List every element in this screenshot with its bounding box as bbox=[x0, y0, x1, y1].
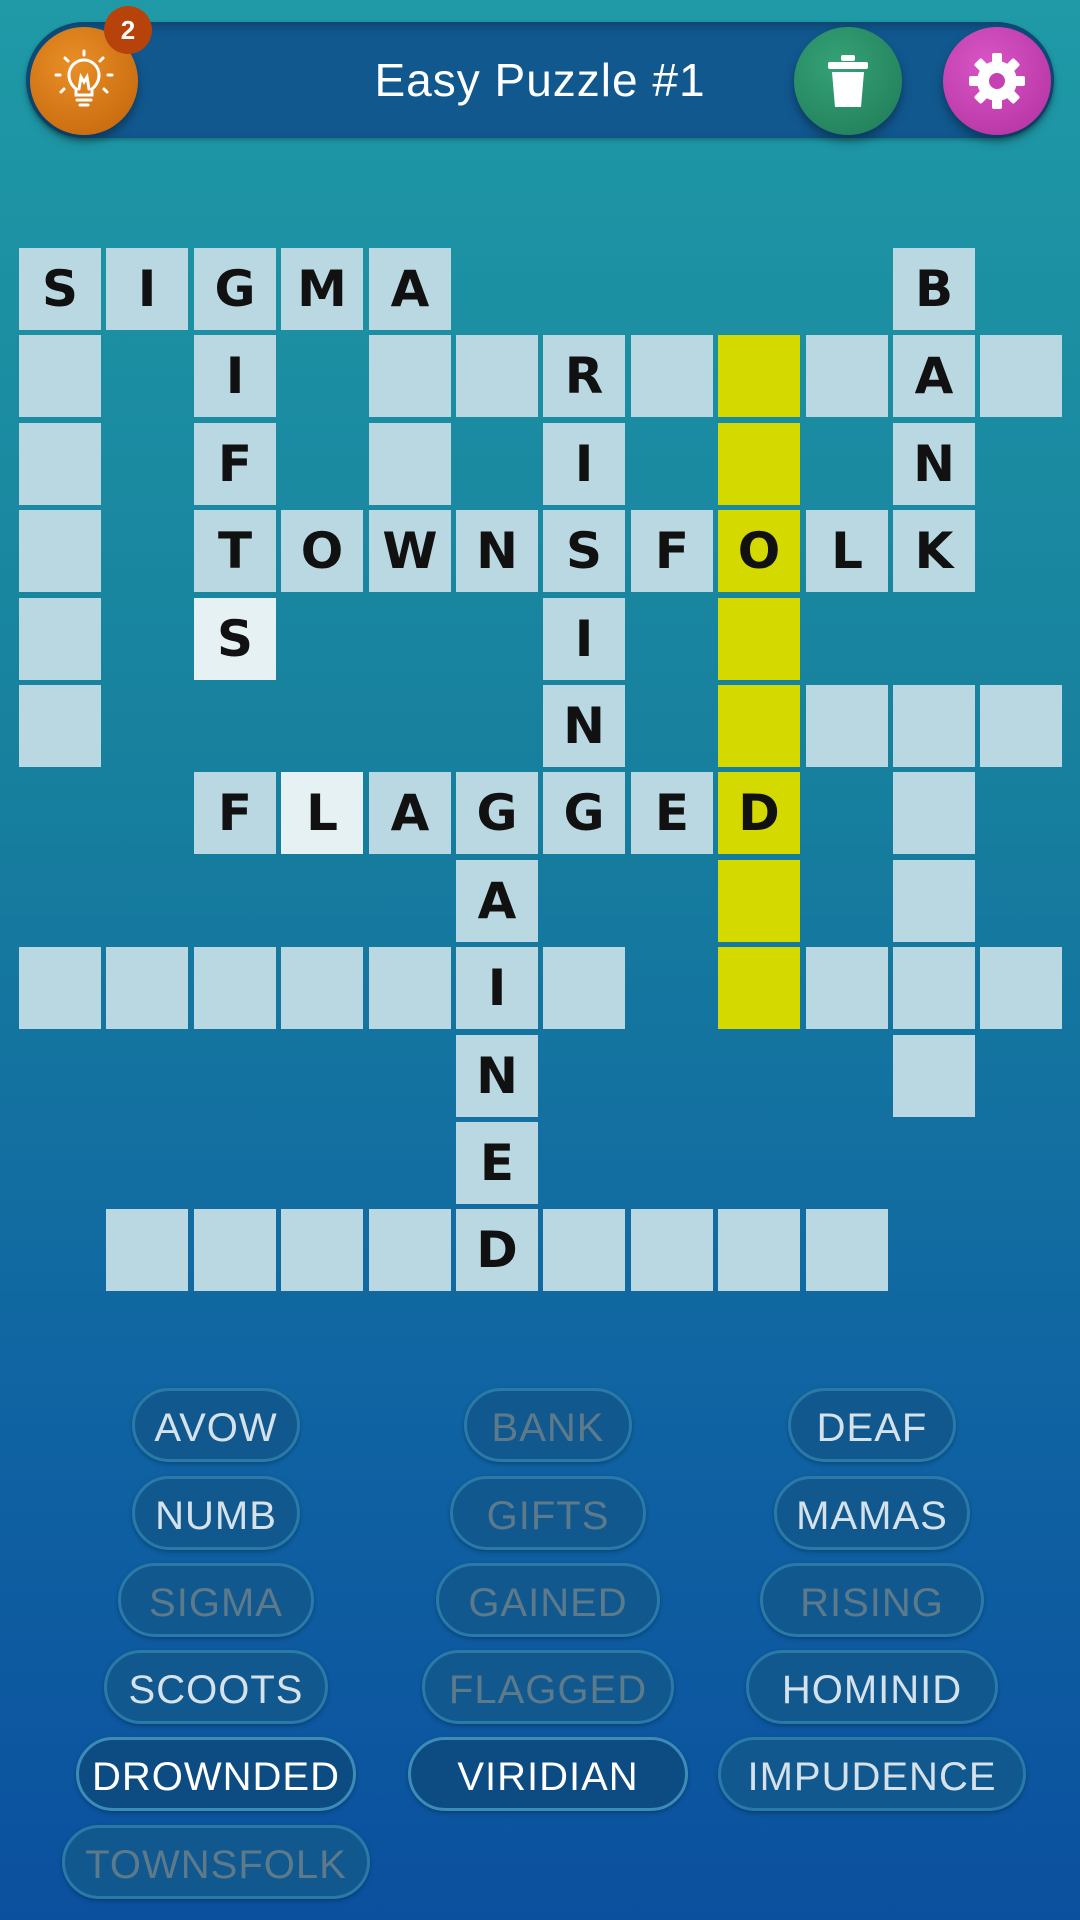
grid-cell[interactable] bbox=[106, 947, 188, 1029]
grid-cell[interactable]: I bbox=[106, 248, 188, 330]
grid-cell[interactable] bbox=[631, 1209, 713, 1291]
grid-cell[interactable] bbox=[980, 947, 1062, 1029]
grid-cell[interactable] bbox=[893, 947, 975, 1029]
grid-cell[interactable] bbox=[19, 598, 101, 680]
grid-cell[interactable]: S bbox=[543, 510, 625, 592]
grid-cell[interactable] bbox=[718, 598, 800, 680]
grid-cell[interactable]: A bbox=[369, 248, 451, 330]
grid-cell[interactable]: A bbox=[893, 335, 975, 417]
grid-cell[interactable] bbox=[369, 1209, 451, 1291]
word-bank: AVOW BANK DEAF NUMB GIFTS MAMAS SIGMA GAINED RIS… bbox=[0, 1380, 1080, 1920]
word-chip-drownded[interactable]: DROWNDED bbox=[76, 1737, 356, 1811]
grid-cell[interactable] bbox=[893, 860, 975, 942]
grid-cell[interactable]: F bbox=[194, 423, 276, 505]
grid-cell[interactable]: G bbox=[543, 772, 625, 854]
grid-cell[interactable] bbox=[369, 423, 451, 505]
grid-cell[interactable] bbox=[19, 335, 101, 417]
grid-cell[interactable] bbox=[543, 1209, 625, 1291]
grid-cell[interactable]: N bbox=[543, 685, 625, 767]
grid-cell[interactable] bbox=[718, 685, 800, 767]
grid-cell[interactable]: L bbox=[281, 772, 363, 854]
word-chip-scoots[interactable]: SCOOTS bbox=[104, 1650, 328, 1724]
word-chip-deaf[interactable]: DEAF bbox=[788, 1388, 956, 1462]
grid-cell[interactable] bbox=[893, 1035, 975, 1117]
grid-cell[interactable] bbox=[19, 510, 101, 592]
word-chip-numb[interactable]: NUMB bbox=[132, 1476, 300, 1550]
grid-cell[interactable]: O bbox=[718, 510, 800, 592]
grid-cell[interactable] bbox=[369, 947, 451, 1029]
grid-cell[interactable]: S bbox=[194, 598, 276, 680]
word-chip-sigma[interactable]: SIGMA bbox=[118, 1563, 314, 1637]
grid-cell[interactable] bbox=[19, 947, 101, 1029]
grid-cell[interactable]: N bbox=[456, 510, 538, 592]
grid-cell[interactable] bbox=[281, 1209, 363, 1291]
grid-cell[interactable]: T bbox=[194, 510, 276, 592]
grid-cell[interactable]: I bbox=[543, 598, 625, 680]
grid-cell[interactable] bbox=[718, 423, 800, 505]
grid-cell[interactable]: L bbox=[806, 510, 888, 592]
grid-cell[interactable]: A bbox=[369, 772, 451, 854]
grid-cell[interactable] bbox=[194, 1209, 276, 1291]
grid-cell[interactable] bbox=[718, 335, 800, 417]
grid-cell[interactable] bbox=[106, 1209, 188, 1291]
grid-cell[interactable]: F bbox=[631, 510, 713, 592]
grid-cell[interactable] bbox=[19, 423, 101, 505]
grid-cell[interactable] bbox=[369, 335, 451, 417]
grid-cell[interactable] bbox=[543, 947, 625, 1029]
grid-cell[interactable] bbox=[806, 1209, 888, 1291]
grid-cell[interactable]: D bbox=[456, 1209, 538, 1291]
grid-cell[interactable] bbox=[718, 947, 800, 1029]
grid-cell[interactable] bbox=[19, 685, 101, 767]
grid-cell[interactable]: F bbox=[194, 772, 276, 854]
grid-cell[interactable]: B bbox=[893, 248, 975, 330]
grid-cell[interactable]: M bbox=[281, 248, 363, 330]
grid-cell[interactable]: I bbox=[456, 947, 538, 1029]
grid-cell[interactable] bbox=[806, 685, 888, 767]
grid-cell[interactable]: O bbox=[281, 510, 363, 592]
grid-cell[interactable]: A bbox=[456, 860, 538, 942]
word-chip-townsfolk[interactable]: TOWNSFOLK bbox=[62, 1825, 370, 1899]
grid-cell[interactable]: I bbox=[543, 423, 625, 505]
crossword-grid: SIGMABIRAFINTOWNSFOLKSINFLAGGEDAINED bbox=[0, 0, 1080, 1300]
word-chip-gained[interactable]: GAINED bbox=[436, 1563, 660, 1637]
word-chip-mamas[interactable]: MAMAS bbox=[774, 1476, 970, 1550]
word-chip-gifts[interactable]: GIFTS bbox=[450, 1476, 646, 1550]
grid-cell[interactable]: S bbox=[19, 248, 101, 330]
grid-cell[interactable] bbox=[893, 685, 975, 767]
grid-cell[interactable]: E bbox=[456, 1122, 538, 1204]
grid-cell[interactable]: W bbox=[369, 510, 451, 592]
word-chip-impudence[interactable]: IMPUDENCE bbox=[718, 1737, 1026, 1811]
grid-cell[interactable] bbox=[281, 947, 363, 1029]
grid-cell[interactable] bbox=[718, 1209, 800, 1291]
grid-cell[interactable] bbox=[806, 335, 888, 417]
grid-cell[interactable] bbox=[194, 947, 276, 1029]
grid-cell[interactable] bbox=[456, 335, 538, 417]
grid-cell[interactable]: G bbox=[194, 248, 276, 330]
word-chip-rising[interactable]: RISING bbox=[760, 1563, 984, 1637]
word-chip-bank[interactable]: BANK bbox=[464, 1388, 632, 1462]
grid-cell[interactable]: E bbox=[631, 772, 713, 854]
grid-cell[interactable]: I bbox=[194, 335, 276, 417]
grid-cell[interactable] bbox=[631, 335, 713, 417]
grid-cell[interactable]: D bbox=[718, 772, 800, 854]
grid-cell[interactable]: R bbox=[543, 335, 625, 417]
word-chip-hominid[interactable]: HOMINID bbox=[746, 1650, 998, 1724]
grid-cell[interactable]: N bbox=[456, 1035, 538, 1117]
word-chip-viridian[interactable]: VIRIDIAN bbox=[408, 1737, 688, 1811]
grid-cell[interactable]: G bbox=[456, 772, 538, 854]
word-chip-avow[interactable]: AVOW bbox=[132, 1388, 300, 1462]
grid-cell[interactable]: K bbox=[893, 510, 975, 592]
grid-cell[interactable] bbox=[980, 685, 1062, 767]
grid-cell[interactable]: N bbox=[893, 423, 975, 505]
grid-cell[interactable] bbox=[980, 335, 1062, 417]
grid-cell[interactable] bbox=[893, 772, 975, 854]
word-chip-flagged[interactable]: FLAGGED bbox=[422, 1650, 674, 1724]
grid-cell[interactable] bbox=[806, 947, 888, 1029]
grid-cell[interactable] bbox=[718, 860, 800, 942]
